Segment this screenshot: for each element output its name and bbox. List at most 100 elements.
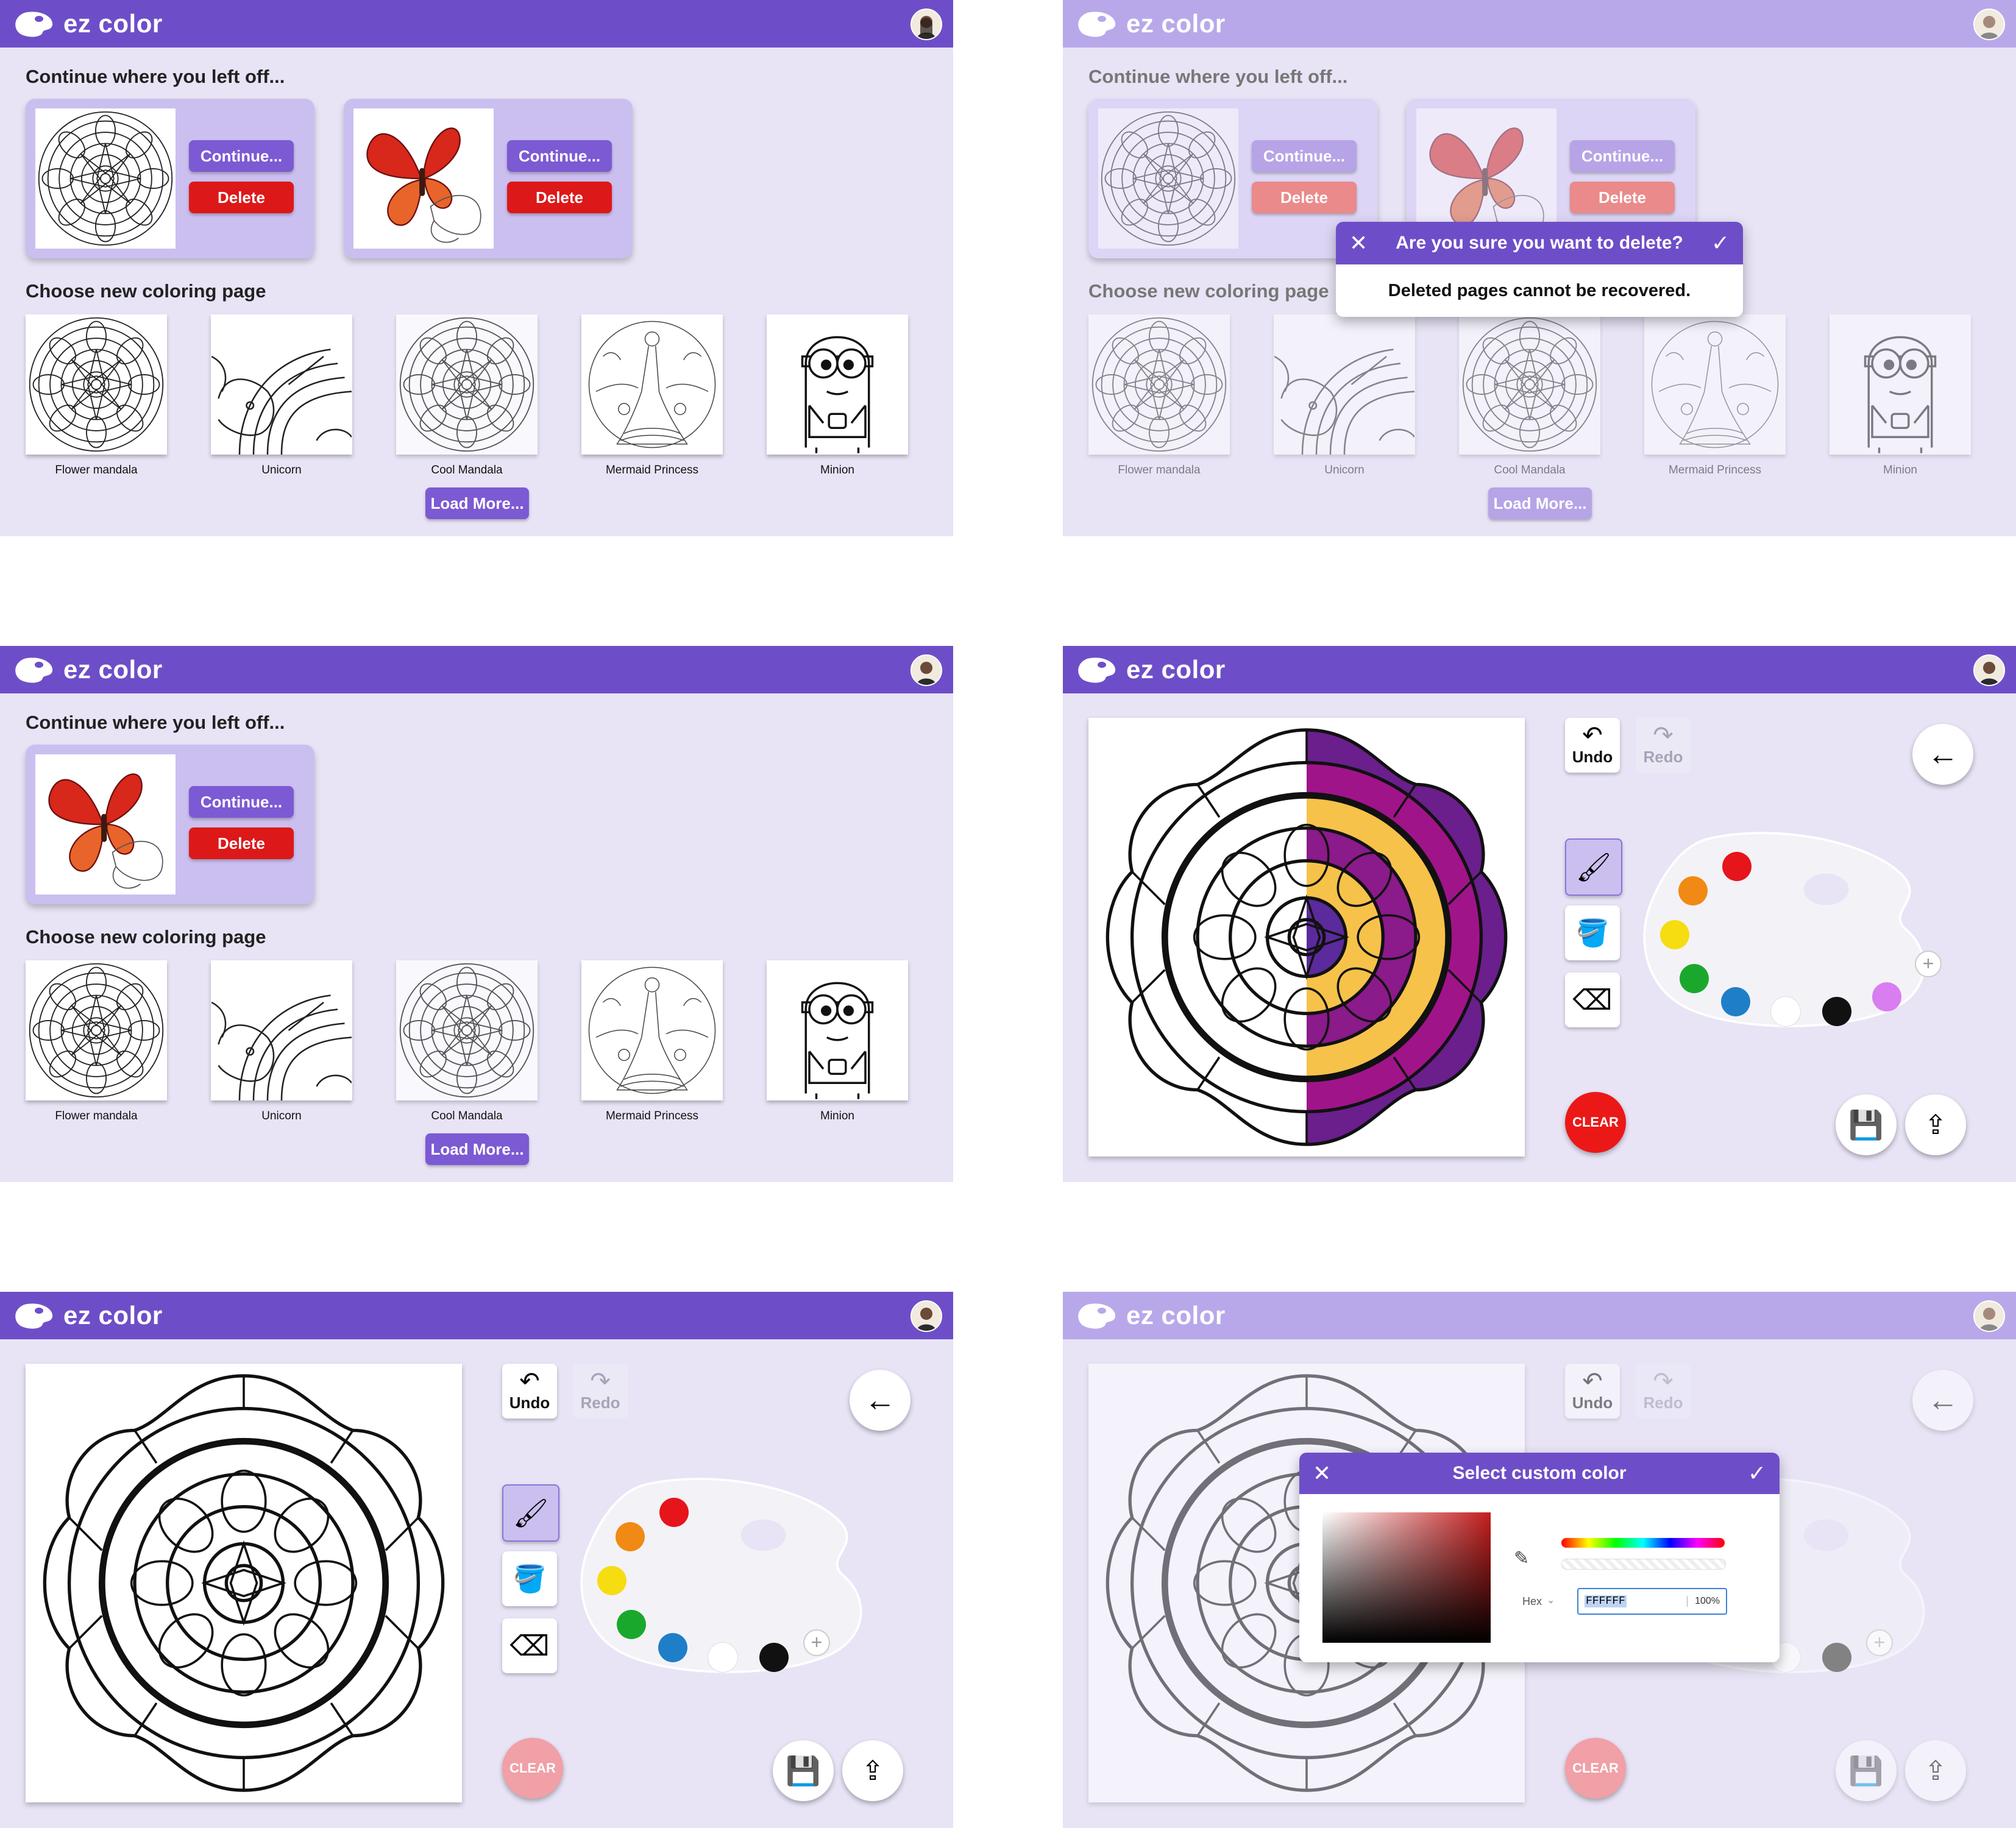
flower-mandala-image[interactable] — [1088, 314, 1230, 455]
gallery-item[interactable]: Minion — [1830, 314, 1971, 477]
butterfly-thumbnail[interactable] — [35, 754, 176, 895]
swatch-red[interactable] — [1722, 852, 1752, 881]
swatch-white[interactable] — [708, 1643, 737, 1672]
swatch-violet[interactable] — [1872, 982, 1901, 1011]
delete-button[interactable]: Delete — [507, 182, 612, 213]
swatch-black[interactable] — [759, 1643, 789, 1672]
check-icon[interactable]: ✓ — [1748, 1461, 1766, 1486]
brush-tool-button[interactable]: 🖌 — [502, 1484, 559, 1542]
avatar[interactable] — [910, 9, 942, 40]
hue-slider[interactable] — [1561, 1538, 1725, 1548]
gallery-item[interactable]: Mermaid Princess — [581, 960, 723, 1123]
gallery-item[interactable]: Flower mandala — [1088, 314, 1230, 477]
minion-image[interactable] — [767, 960, 908, 1100]
undo-button[interactable]: ↶ Undo — [1565, 718, 1620, 773]
back-button[interactable]: ← — [1912, 724, 1973, 785]
continue-button[interactable]: Continue... — [189, 140, 294, 172]
delete-button[interactable]: Delete — [1252, 182, 1357, 213]
unicorn-image[interactable] — [211, 314, 352, 455]
redo-button[interactable]: ↷ Redo — [1636, 718, 1691, 773]
back-button[interactable]: ← — [850, 1370, 910, 1431]
gallery-item[interactable]: Flower mandala — [26, 960, 167, 1123]
gallery-item[interactable]: Minion — [767, 314, 908, 477]
swatch-black[interactable] — [1822, 1643, 1851, 1672]
gallery-item[interactable]: Mermaid Princess — [1644, 314, 1786, 477]
load-more-button[interactable]: Load More... — [1488, 487, 1592, 519]
gallery-item[interactable]: Mermaid Princess — [581, 314, 723, 477]
avatar[interactable] — [1973, 1300, 2005, 1332]
mermaid-princess-image[interactable] — [581, 314, 723, 455]
swatch-yellow[interactable] — [597, 1566, 626, 1595]
avatar[interactable] — [910, 1300, 942, 1332]
back-button[interactable]: ← — [1912, 1370, 1973, 1431]
gallery-item[interactable]: Minion — [767, 960, 908, 1123]
swatch-yellow[interactable] — [1660, 920, 1689, 949]
save-button[interactable]: 💾 — [1836, 1740, 1897, 1801]
add-color-icon[interactable]: + — [804, 1631, 829, 1655]
clear-button[interactable]: CLEAR — [502, 1738, 563, 1799]
continue-button[interactable]: Continue... — [189, 786, 294, 818]
gallery-item[interactable]: Unicorn — [1274, 314, 1415, 477]
redo-button[interactable]: ↷ Redo — [1636, 1364, 1691, 1419]
gallery-item[interactable]: Unicorn — [211, 960, 352, 1123]
mermaid-princess-image[interactable] — [1644, 314, 1786, 455]
delete-button[interactable]: Delete — [1570, 182, 1675, 213]
load-more-button[interactable]: Load More... — [425, 487, 529, 519]
eraser-tool-button[interactable]: ⌫ — [1565, 972, 1620, 1027]
cool-mandala-image[interactable] — [1459, 314, 1600, 455]
undo-button[interactable]: ↶ Undo — [502, 1364, 557, 1419]
swatch-white[interactable] — [1771, 997, 1800, 1026]
swatch-blue[interactable] — [658, 1633, 687, 1662]
mermaid-princess-image[interactable] — [581, 960, 723, 1100]
hex-format-label[interactable]: Hex — [1522, 1595, 1542, 1608]
load-more-button[interactable]: Load More... — [425, 1133, 529, 1165]
undo-button[interactable]: ↶ Undo — [1565, 1364, 1620, 1419]
gallery-item[interactable]: Unicorn — [211, 314, 352, 477]
fill-tool-button[interactable]: 🪣 — [502, 1551, 557, 1606]
add-color-icon[interactable]: + — [1916, 952, 1940, 976]
swatch-orange[interactable] — [616, 1522, 645, 1551]
eyedropper-icon[interactable]: ✎ — [1514, 1548, 1529, 1569]
avatar[interactable] — [1973, 9, 2005, 40]
chevron-down-icon[interactable]: ⌄ — [1547, 1594, 1555, 1606]
cool-mandala-image[interactable] — [396, 960, 538, 1100]
alpha-slider[interactable] — [1561, 1559, 1726, 1570]
delete-button[interactable]: Delete — [189, 182, 294, 213]
mandala-thumbnail[interactable] — [1098, 108, 1238, 249]
saturation-value-picker[interactable] — [1322, 1512, 1491, 1643]
continue-button[interactable]: Continue... — [507, 140, 612, 172]
share-button[interactable]: ⇪ — [842, 1740, 903, 1801]
gallery-item[interactable]: Cool Mandala — [396, 960, 538, 1123]
check-icon[interactable]: ✓ — [1711, 230, 1730, 256]
hex-input[interactable]: FFFFFF 100% — [1577, 1588, 1727, 1615]
brush-tool-button[interactable]: 🖌 — [1565, 838, 1622, 896]
mandala-thumbnail[interactable] — [35, 108, 176, 249]
swatch-green[interactable] — [617, 1610, 646, 1639]
continue-button[interactable]: Continue... — [1570, 140, 1675, 172]
close-icon[interactable]: ✕ — [1313, 1461, 1331, 1486]
add-color-icon[interactable]: + — [1867, 1631, 1892, 1655]
swatch-blue[interactable] — [1721, 987, 1750, 1016]
drawing-canvas[interactable] — [1088, 718, 1525, 1157]
clear-button[interactable]: CLEAR — [1565, 1092, 1626, 1153]
cool-mandala-image[interactable] — [396, 314, 538, 455]
close-icon[interactable]: ✕ — [1349, 230, 1368, 256]
continue-button[interactable]: Continue... — [1252, 140, 1357, 172]
eraser-tool-button[interactable]: ⌫ — [502, 1618, 557, 1673]
unicorn-image[interactable] — [1274, 314, 1415, 455]
flower-mandala-image[interactable] — [26, 314, 167, 455]
swatch-green[interactable] — [1680, 964, 1709, 993]
clear-button[interactable]: CLEAR — [1565, 1738, 1626, 1799]
swatch-orange[interactable] — [1678, 876, 1708, 905]
delete-button[interactable]: Delete — [189, 827, 294, 859]
save-button[interactable]: 💾 — [1836, 1094, 1897, 1155]
share-button[interactable]: ⇪ — [1905, 1740, 1966, 1801]
gallery-item[interactable]: Cool Mandala — [396, 314, 538, 477]
minion-image[interactable] — [767, 314, 908, 455]
drawing-canvas[interactable] — [26, 1364, 462, 1802]
gallery-item[interactable]: Cool Mandala — [1459, 314, 1600, 477]
save-button[interactable]: 💾 — [773, 1740, 834, 1801]
butterfly-thumbnail[interactable] — [353, 108, 494, 249]
gallery-item[interactable]: Flower mandala — [26, 314, 167, 477]
unicorn-image[interactable] — [211, 960, 352, 1100]
